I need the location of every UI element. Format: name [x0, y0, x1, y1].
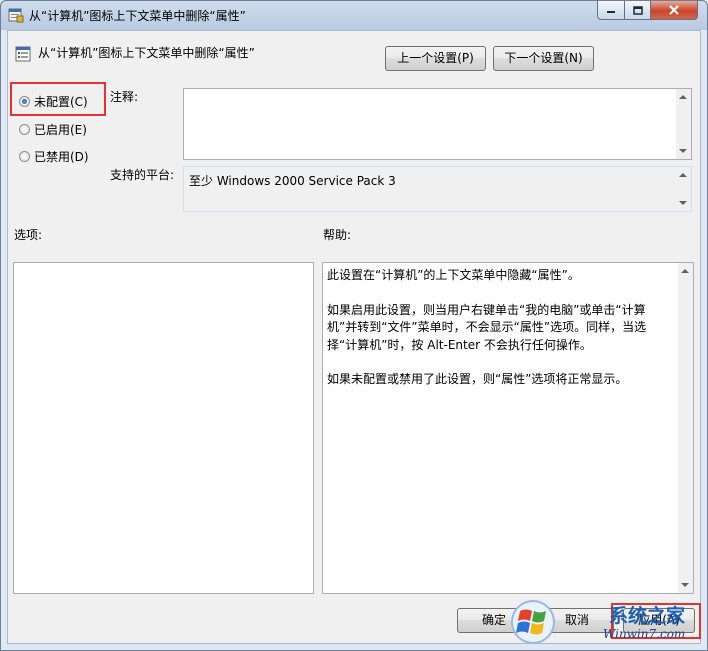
radio-enabled[interactable]: 已启用(E)	[19, 121, 87, 138]
policy-setting-icon	[15, 46, 31, 62]
close-button[interactable]	[650, 1, 698, 20]
options-label: 选项:	[14, 228, 43, 242]
help-label: 帮助:	[323, 228, 352, 242]
help-panel: 此设置在“计算机”的上下文菜单中隐藏“属性”。 如果启用此设置，则当用户右键单击…	[322, 262, 694, 594]
radio-unchecked-icon	[19, 151, 30, 162]
scroll-up-icon[interactable]	[679, 173, 687, 177]
help-paragraph: 此设置在“计算机”的上下文菜单中隐藏“属性”。	[327, 268, 580, 282]
watermark-brand: 系统之家	[609, 605, 686, 627]
window-title: 从“计算机”图标上下文菜单中删除“属性”	[29, 9, 246, 23]
dialog-content: 从“计算机”图标上下文菜单中删除“属性” 上一个设置(P) 下一个设置(N) 未…	[7, 30, 701, 644]
radio-not-configured[interactable]: 未配置(C)	[19, 93, 88, 110]
scroll-down-icon[interactable]	[679, 201, 687, 205]
scroll-up-icon[interactable]	[679, 95, 687, 99]
next-setting-button[interactable]: 下一个设置(N)	[493, 46, 594, 71]
comment-textarea[interactable]	[183, 88, 692, 160]
previous-setting-button[interactable]: 上一个设置(P)	[385, 46, 486, 71]
radio-unchecked-icon	[19, 124, 30, 135]
platform-field: 至少 Windows 2000 Service Pack 3	[183, 166, 692, 212]
watermark: 系统之家 Winwin7.com	[501, 597, 701, 647]
help-scrollbar[interactable]	[678, 263, 693, 593]
setting-title: 从“计算机”图标上下文菜单中删除“属性”	[38, 46, 255, 60]
radio-label: 已启用(E)	[34, 123, 87, 137]
watermark-url: Winwin7.com	[603, 627, 686, 641]
title-bar[interactable]: 从“计算机”图标上下文菜单中删除“属性”	[1, 1, 707, 30]
windows-logo-icon	[511, 600, 555, 644]
minimize-icon	[607, 11, 615, 13]
policy-settings-icon	[8, 8, 24, 23]
maximize-button[interactable]	[624, 1, 651, 20]
help-text: 此设置在“计算机”的上下文菜单中隐藏“属性”。 如果启用此设置，则当用户右键单击…	[327, 267, 675, 406]
comment-scrollbar[interactable]	[676, 89, 691, 159]
radio-disabled[interactable]: 已禁用(D)	[19, 148, 89, 165]
maximize-icon	[632, 5, 643, 15]
scroll-up-icon[interactable]	[681, 269, 689, 273]
minimize-button[interactable]	[597, 1, 625, 20]
close-icon	[669, 5, 679, 15]
help-paragraph: 如果未配置或禁用了此设置，则“属性”选项将正常显示。	[327, 372, 628, 386]
radio-label: 未配置(C)	[34, 95, 88, 109]
scroll-down-icon[interactable]	[679, 149, 687, 153]
radio-checked-icon	[19, 96, 30, 107]
policy-window: 从“计算机”图标上下文菜单中删除“属性” 从“计算机”图标上下文菜单中删除“属性…	[0, 0, 708, 651]
help-paragraph: 如果启用此设置，则当用户右键单击“我的电脑”或单击“计算机”并转到“文件”菜单时…	[327, 302, 647, 352]
platform-label: 支持的平台:	[110, 168, 175, 182]
radio-label: 已禁用(D)	[34, 150, 89, 164]
platform-scrollbar[interactable]	[676, 167, 691, 211]
comment-label: 注释:	[110, 90, 139, 104]
scroll-down-icon[interactable]	[681, 583, 689, 587]
platform-value: 至少 Windows 2000 Service Pack 3	[189, 174, 396, 188]
options-panel	[13, 262, 314, 594]
